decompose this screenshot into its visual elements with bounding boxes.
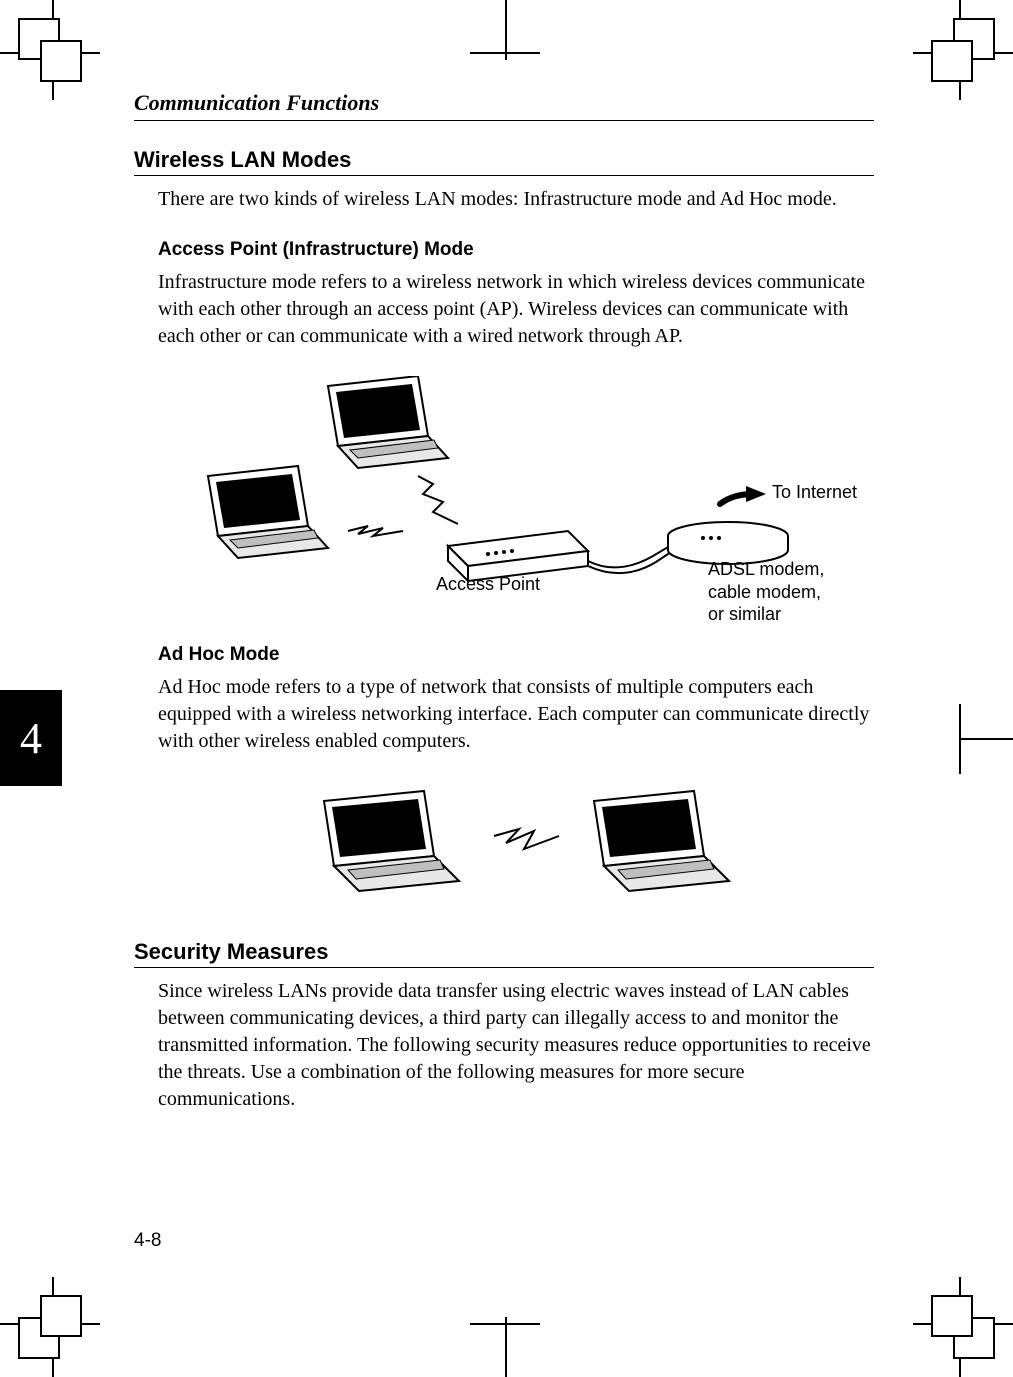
section-intro: There are two kinds of wireless LAN mode… — [158, 186, 874, 213]
crop-mark — [470, 1323, 540, 1325]
subheading-access-point-mode: Access Point (Infrastructure) Mode — [158, 239, 874, 261]
adhoc-diagram — [274, 781, 834, 911]
label-modem-line2: cable modem, — [708, 582, 821, 602]
crop-mark — [505, 1317, 507, 1377]
wireless-zigzag-icon — [348, 526, 403, 536]
crop-square — [931, 1295, 973, 1337]
adhoc-svg — [274, 781, 834, 911]
label-to-internet: To Internet — [772, 482, 857, 503]
crop-square — [40, 1295, 82, 1337]
page-number: 4-8 — [134, 1230, 161, 1252]
crop-square — [40, 40, 82, 82]
internet-arrow-icon — [720, 486, 766, 504]
label-modem-line1: ADSL modem, — [708, 559, 824, 579]
body-access-point-mode: Infrastructure mode refers to a wireless… — [158, 269, 874, 350]
section-heading-wlan-modes: Wireless LAN Modes — [134, 147, 874, 176]
wireless-zigzag-icon — [494, 829, 559, 849]
section-heading-security: Security Measures — [134, 939, 874, 968]
crop-square — [931, 40, 973, 82]
wireless-zigzag-icon — [418, 476, 458, 524]
laptop-icon — [324, 791, 459, 891]
chapter-tab: 4 — [0, 690, 62, 786]
label-modem: ADSL modem, cable modem, or similar — [708, 558, 824, 626]
body-adhoc-mode: Ad Hoc mode refers to a type of network … — [158, 674, 874, 755]
laptop-icon — [208, 466, 328, 558]
laptop-icon — [328, 376, 448, 468]
infrastructure-diagram: Access Point To Internet ADSL modem, cab… — [158, 376, 868, 616]
chapter-title: Communication Functions — [134, 90, 874, 121]
crop-mark — [470, 52, 540, 54]
body-security: Since wireless LANs provide data transfe… — [158, 978, 874, 1113]
label-access-point: Access Point — [436, 574, 540, 595]
crop-mark — [959, 704, 961, 774]
label-modem-line3: or similar — [708, 604, 781, 624]
crop-mark — [505, 0, 507, 60]
laptop-icon — [594, 791, 729, 891]
content-area: Communication Functions Wireless LAN Mod… — [134, 90, 874, 1139]
subheading-adhoc-mode: Ad Hoc Mode — [158, 644, 874, 666]
crop-mark — [961, 738, 1013, 740]
page: 4 Communication Functions Wireless LAN M… — [0, 0, 1013, 1377]
